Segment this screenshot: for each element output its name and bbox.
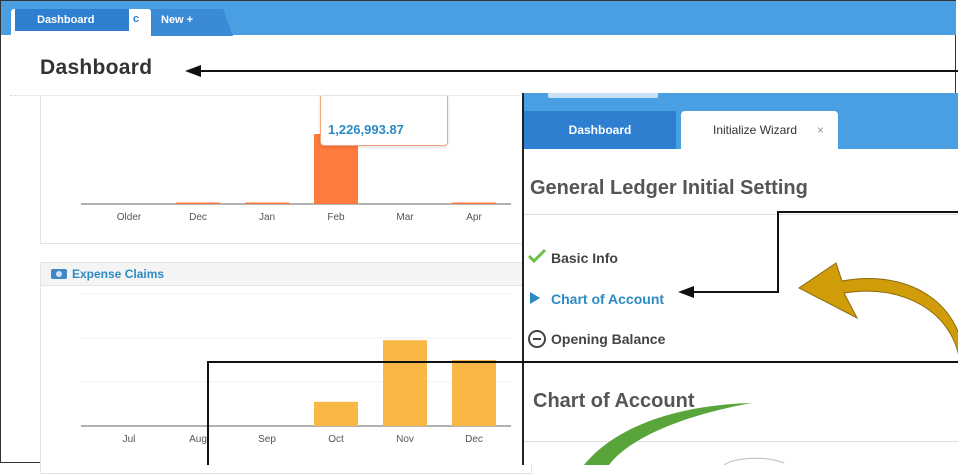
expense-bar-chart: Jul Aug Sep Oct Nov Dec	[81, 293, 511, 445]
tick-label: Feb	[327, 212, 345, 223]
tick-label: Dec	[465, 434, 483, 445]
bar-apr	[452, 202, 496, 204]
refresh-icon[interactable]: c	[133, 13, 139, 25]
gauge-arc	[723, 457, 785, 465]
tab-new[interactable]: New +	[151, 9, 233, 36]
tick-label: Sep	[258, 434, 276, 445]
bar-dec	[452, 360, 496, 426]
tick-label: Oct	[328, 434, 344, 445]
expense-claims-panel: Expense Claims Jul Aug Sep Oct Nov Dec	[40, 262, 532, 474]
tooltip-value: 1,226,993.87	[328, 122, 404, 137]
money-icon	[51, 269, 67, 279]
bar-oct	[314, 401, 358, 426]
revenue-bar-chart: Older Dec Jan Feb Mar Apr	[81, 134, 511, 223]
tab-dashboard-label: Dashboard	[15, 9, 129, 31]
revenue-chart-panel: Older Dec Jan Feb Mar Apr	[40, 96, 532, 244]
bar-dec	[176, 202, 220, 204]
page-title: Dashboard	[40, 56, 153, 79]
tab-bar: Dashboard c New +	[1, 1, 956, 36]
wizard-screenshot: Dashboard Initialize Wizard × General Le…	[522, 93, 958, 465]
tick-label: Jul	[123, 434, 136, 445]
bar-jan	[245, 202, 289, 204]
tick-label: Older	[117, 212, 142, 223]
tick-label: Mar	[396, 212, 414, 223]
tab-dashboard[interactable]: Dashboard c	[11, 9, 151, 36]
tick-label: Aug	[189, 434, 207, 445]
green-arrow-icon	[584, 403, 752, 465]
expense-claims-header: Expense Claims	[41, 263, 531, 286]
tick-label: Apr	[466, 212, 482, 223]
bar-nov	[383, 340, 427, 426]
tick-label: Nov	[396, 434, 414, 445]
tab-new-label: New +	[161, 14, 194, 26]
chart-tooltip: 1,226,993.87	[320, 96, 448, 146]
decorative-arrows	[584, 262, 958, 465]
tick-label: Dec	[189, 212, 207, 223]
tick-label: Jan	[259, 212, 275, 223]
expense-claims-title[interactable]: Expense Claims	[72, 267, 164, 281]
gold-arrow-icon	[798, 262, 958, 356]
